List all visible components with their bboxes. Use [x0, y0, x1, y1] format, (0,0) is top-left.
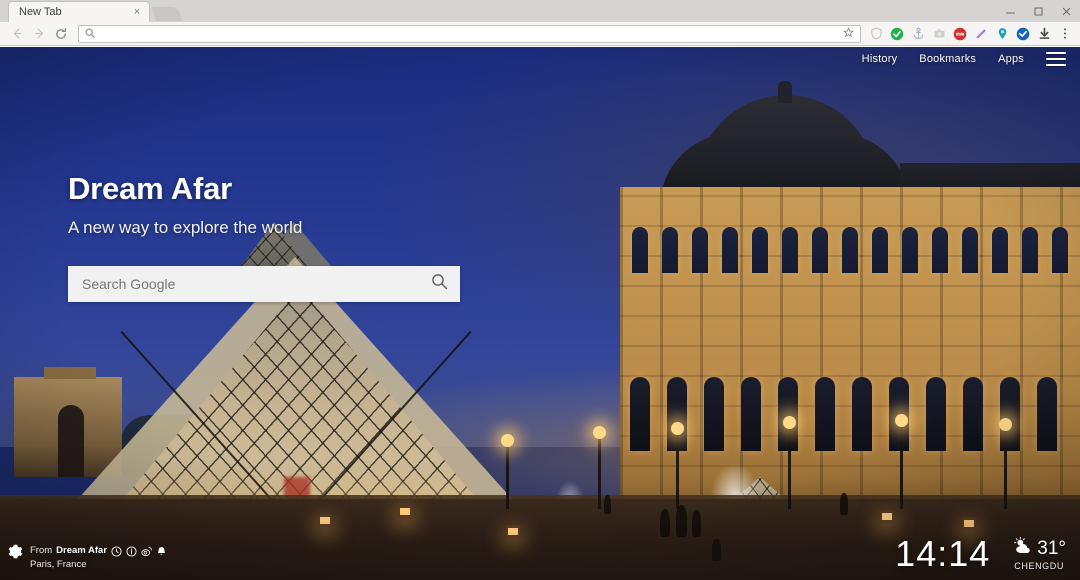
tab-strip: New Tab ×	[0, 0, 1080, 22]
ground-lantern	[318, 514, 332, 527]
status-widget: 14:14 31° CHENGDU	[895, 536, 1066, 572]
download-icon[interactable]	[1035, 25, 1053, 43]
search-icon[interactable]	[431, 273, 448, 295]
weibo-icon[interactable]	[141, 546, 152, 557]
address-bar[interactable]	[78, 24, 861, 43]
settings-gear-icon[interactable]	[8, 544, 23, 564]
nav-link-history[interactable]: History	[862, 53, 898, 65]
new-tab-page: History Bookmarks Apps Dream Afar A new …	[0, 47, 1080, 580]
lamp-post	[593, 426, 606, 509]
forward-button[interactable]	[28, 23, 50, 45]
adblock-abp-icon[interactable]: ABP	[951, 25, 969, 43]
tab-title: New Tab	[19, 6, 62, 18]
window-close-button[interactable]	[1052, 0, 1080, 22]
ground-lantern	[962, 517, 976, 530]
browser-window: New Tab × ABP History Bookmarks Apps Dre…	[0, 0, 1080, 580]
attribution-brand: Dream Afar	[56, 545, 108, 557]
ground-lantern	[506, 525, 520, 538]
window-maximize-button[interactable]	[1024, 0, 1052, 22]
extension-tray: ABP	[867, 25, 1074, 43]
anchor-icon[interactable]	[909, 25, 927, 43]
background-photo-louvre-paris	[0, 47, 1080, 580]
louvre-palace-building	[600, 77, 1080, 527]
attribution-bar: From Dream Afar Paris, France	[8, 544, 167, 572]
reload-button[interactable]	[50, 23, 72, 45]
shield-icon[interactable]	[867, 25, 885, 43]
search-icon	[85, 25, 95, 43]
browser-toolbar: ABP	[0, 22, 1080, 46]
palace-dome-finial	[778, 81, 792, 103]
attribution-text: From Dream Afar Paris, France	[30, 544, 167, 572]
window-minimize-button[interactable]	[996, 0, 1024, 22]
chrome-menu-icon[interactable]	[1056, 25, 1074, 43]
hero-section: Dream Afar A new way to explore the worl…	[68, 171, 468, 303]
attribution-prefix: From	[30, 545, 53, 557]
search-input[interactable]	[82, 276, 423, 293]
address-input[interactable]	[100, 28, 838, 39]
clock-circle-icon[interactable]	[111, 546, 122, 557]
palace-window-row	[626, 227, 1074, 347]
svg-text:ABP: ABP	[957, 32, 963, 36]
tab-new-tab[interactable]: New Tab ×	[8, 1, 150, 22]
location-pin-icon[interactable]	[993, 25, 1011, 43]
person-silhouette	[712, 539, 721, 561]
back-button[interactable]	[6, 23, 28, 45]
person-silhouette	[604, 495, 611, 514]
page-title: Dream Afar	[68, 171, 232, 206]
ground-lantern	[398, 505, 412, 518]
page-top-nav: History Bookmarks Apps	[862, 52, 1066, 66]
person-silhouette	[660, 509, 670, 537]
person-silhouette	[676, 505, 687, 537]
sun-behind-cloud-icon	[1012, 537, 1034, 560]
nav-link-bookmarks[interactable]: Bookmarks	[919, 53, 976, 65]
ground-lantern	[880, 510, 894, 523]
lamp-post	[501, 434, 514, 509]
nav-link-apps[interactable]: Apps	[998, 53, 1024, 65]
camera-icon[interactable]	[930, 25, 948, 43]
tab-close-icon[interactable]: ×	[131, 6, 143, 18]
lamp-post	[895, 414, 908, 509]
lamp-post	[671, 422, 684, 509]
green-check-circle-icon[interactable]	[888, 25, 906, 43]
lamp-post	[999, 418, 1012, 509]
lamp-post	[783, 416, 796, 509]
weather-widget[interactable]: 31° CHENGDU	[1012, 537, 1066, 571]
weather-temperature: 31°	[1037, 537, 1066, 559]
page-subtitle: A new way to explore the world	[68, 218, 303, 238]
google-search-box[interactable]	[68, 266, 460, 303]
weather-city: CHENGDU	[1014, 561, 1064, 571]
clock-time: 14:14	[895, 533, 991, 574]
window-controls	[996, 0, 1080, 22]
attribution-location: Paris, France	[30, 559, 87, 571]
info-circle-icon[interactable]	[126, 546, 137, 557]
hamburger-menu-icon[interactable]	[1046, 52, 1066, 66]
bookmark-star-icon[interactable]	[842, 25, 855, 43]
person-silhouette	[692, 510, 701, 537]
blue-check-circle-icon[interactable]	[1014, 25, 1032, 43]
new-tab-button[interactable]	[151, 7, 183, 21]
pen-icon[interactable]	[972, 25, 990, 43]
person-silhouette	[840, 493, 848, 515]
bell-icon[interactable]	[156, 546, 167, 557]
